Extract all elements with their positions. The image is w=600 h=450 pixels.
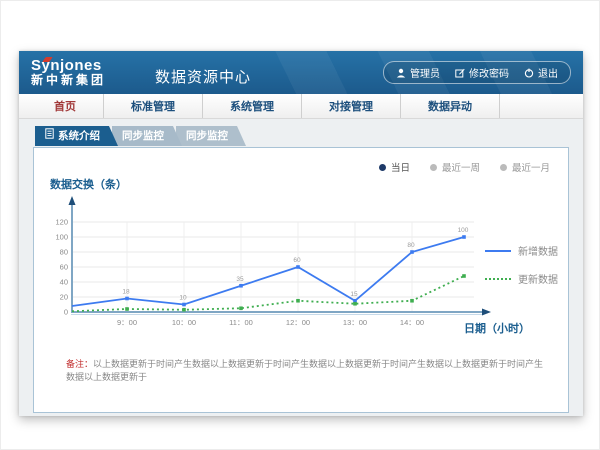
- user-menu: 管理员 修改密码 退出: [383, 61, 571, 84]
- logout-button[interactable]: 退出: [524, 65, 558, 80]
- filter-label: 最近一周: [442, 160, 480, 174]
- x-tick-label: 13：00: [343, 318, 367, 327]
- power-icon: [524, 68, 534, 78]
- nav-item-data-changes[interactable]: 数据异动: [401, 94, 500, 118]
- y-axis-arrow-icon: [69, 196, 76, 205]
- tab-label: 系统介绍: [58, 126, 100, 146]
- chart-point: [462, 274, 466, 278]
- y-axis-title: 数据交换（条）: [50, 176, 127, 192]
- content-area: 系统介绍 同步监控 同步监控 当日 最近一周: [19, 119, 583, 416]
- y-tick-label: 20: [60, 293, 68, 302]
- filter-last-week[interactable]: 最近一周: [430, 160, 480, 174]
- nav-item-home[interactable]: 首页: [27, 94, 104, 118]
- app-header: Synjones 新中新集团 数据资源中心 管理员 修改密码: [19, 51, 583, 94]
- x-tick-label: 11：00: [229, 318, 253, 327]
- y-tick-label: 100: [55, 233, 68, 242]
- main-nav: 首页 标准管理 系统管理 对接管理 数据异动: [19, 94, 583, 119]
- screenshot-canvas: Synjones 新中新集团 数据资源中心 管理员 修改密码: [0, 0, 600, 450]
- logout-label: 退出: [538, 65, 558, 80]
- chart-legend: 新增数据 更新数据: [485, 243, 558, 286]
- chart-point: [125, 297, 129, 301]
- tab-bar: 系统介绍 同步监控 同步监控: [35, 126, 240, 146]
- point-label: 100: [458, 227, 469, 234]
- chart-point: [239, 306, 243, 310]
- y-tick-label: 80: [60, 248, 68, 257]
- footnote: 备注：以上数据更新于时间产生数据以上数据更新于时间产生数据以上数据更新于时间产生…: [66, 358, 552, 383]
- chart-panel: 当日 最近一周 最近一月 数据交换（条） 0 20 40 60 80 100 120 9：00…: [33, 147, 569, 413]
- radio-dot-icon: [379, 164, 386, 171]
- x-axis-arrow-icon: [482, 309, 491, 316]
- point-label: 35: [236, 276, 244, 283]
- chart-point: [182, 303, 186, 307]
- point-label: 18: [122, 289, 130, 296]
- document-icon: [45, 126, 54, 146]
- filter-label: 最近一月: [512, 160, 550, 174]
- exchange-chart: 0 20 40 60 80 100 120 9：00 10：00 11：00 12：00 13：00 1…: [42, 192, 502, 352]
- logo-wordmark: Synjones: [31, 58, 139, 75]
- logo-company-name: 新中新集团: [31, 74, 139, 87]
- footnote-prefix: 备注：: [66, 359, 93, 369]
- chart-point: [410, 299, 414, 303]
- tab-sync-monitor-1[interactable]: 同步监控: [112, 126, 182, 146]
- filter-last-month[interactable]: 最近一月: [500, 160, 550, 174]
- admin-button[interactable]: 管理员: [396, 65, 440, 80]
- filter-label: 当日: [391, 160, 410, 174]
- filter-today[interactable]: 当日: [379, 160, 410, 174]
- nav-item-system-management[interactable]: 系统管理: [203, 94, 302, 118]
- x-tick-label: 9：00: [117, 318, 137, 327]
- chart-point: [296, 265, 300, 269]
- x-axis-title: 日期（小时）: [464, 320, 530, 336]
- nav-item-standard-management[interactable]: 标准管理: [104, 94, 203, 118]
- chart-point: [410, 250, 414, 254]
- series-line-0: [72, 237, 464, 306]
- user-icon: [396, 68, 406, 78]
- chart-point: [239, 284, 243, 288]
- admin-label: 管理员: [410, 65, 440, 80]
- tab-label: 同步监控: [122, 126, 164, 146]
- x-tick-label: 10：00: [172, 318, 196, 327]
- nav-item-integration-management[interactable]: 对接管理: [302, 94, 401, 118]
- chart-point: [462, 235, 466, 239]
- chart-point: [353, 302, 357, 306]
- logo-text: Synjones: [31, 57, 102, 74]
- legend-label: 新增数据: [518, 243, 558, 258]
- change-password-button[interactable]: 修改密码: [455, 65, 509, 80]
- solid-line-icon: [485, 250, 511, 252]
- series-line-1: [72, 276, 464, 311]
- footnote-text: 以上数据更新于时间产生数据以上数据更新于时间产生数据以上数据更新于时间产生数据以…: [66, 359, 543, 382]
- y-tick-label: 120: [55, 218, 68, 227]
- y-tick-label: 40: [60, 278, 68, 287]
- chart-point: [182, 308, 186, 312]
- change-password-label: 修改密码: [469, 65, 509, 80]
- point-label: 15: [350, 291, 358, 298]
- tab-system-intro[interactable]: 系统介绍: [35, 126, 118, 146]
- page-title: 数据资源中心: [155, 66, 251, 87]
- tab-label: 同步监控: [186, 126, 228, 146]
- tab-sync-monitor-2[interactable]: 同步监控: [176, 126, 246, 146]
- legend-label: 更新数据: [518, 271, 558, 286]
- legend-item-updated-data[interactable]: 更新数据: [485, 271, 558, 286]
- time-range-filters: 当日 最近一周 最近一月: [379, 160, 550, 174]
- logo: Synjones 新中新集团: [31, 58, 139, 88]
- y-tick-label: 0: [64, 308, 68, 317]
- chart-point: [125, 307, 129, 311]
- radio-dot-icon: [430, 164, 437, 171]
- x-tick-label: 14：00: [400, 318, 424, 327]
- chart-point: [296, 299, 300, 303]
- edit-icon: [455, 68, 465, 78]
- app-window: Synjones 新中新集团 数据资源中心 管理员 修改密码: [19, 51, 583, 416]
- dotted-line-icon: [485, 278, 511, 280]
- radio-dot-icon: [500, 164, 507, 171]
- point-label: 80: [407, 242, 415, 249]
- point-label: 60: [293, 257, 301, 264]
- x-tick-label: 12：00: [286, 318, 310, 327]
- point-label: 10: [179, 295, 187, 302]
- y-tick-label: 60: [60, 263, 68, 272]
- legend-item-new-data[interactable]: 新增数据: [485, 243, 558, 258]
